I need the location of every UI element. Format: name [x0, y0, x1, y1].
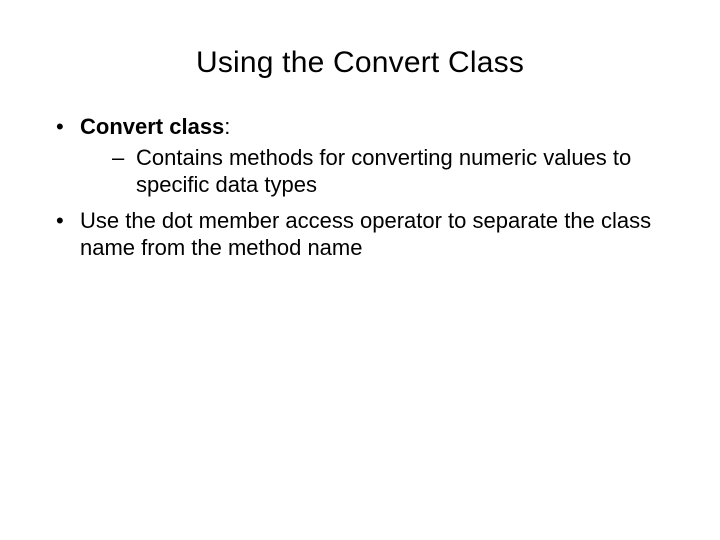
slide-body: Convert class: Contains methods for conv…: [0, 114, 720, 262]
bullet-1-bold: Convert class: [80, 114, 224, 139]
bullet-item-1: Convert class: Contains methods for conv…: [50, 114, 670, 198]
bullet-list: Convert class: Contains methods for conv…: [50, 114, 670, 262]
slide: Using the Convert Class Convert class: C…: [0, 46, 720, 540]
sub-bullet-list: Contains methods for converting numeric …: [80, 145, 670, 199]
sub-bullet-1: Contains methods for converting numeric …: [80, 145, 670, 199]
slide-title: Using the Convert Class: [0, 46, 720, 80]
bullet-item-2: Use the dot member access operator to se…: [50, 208, 670, 262]
bullet-1-rest: :: [224, 114, 230, 139]
